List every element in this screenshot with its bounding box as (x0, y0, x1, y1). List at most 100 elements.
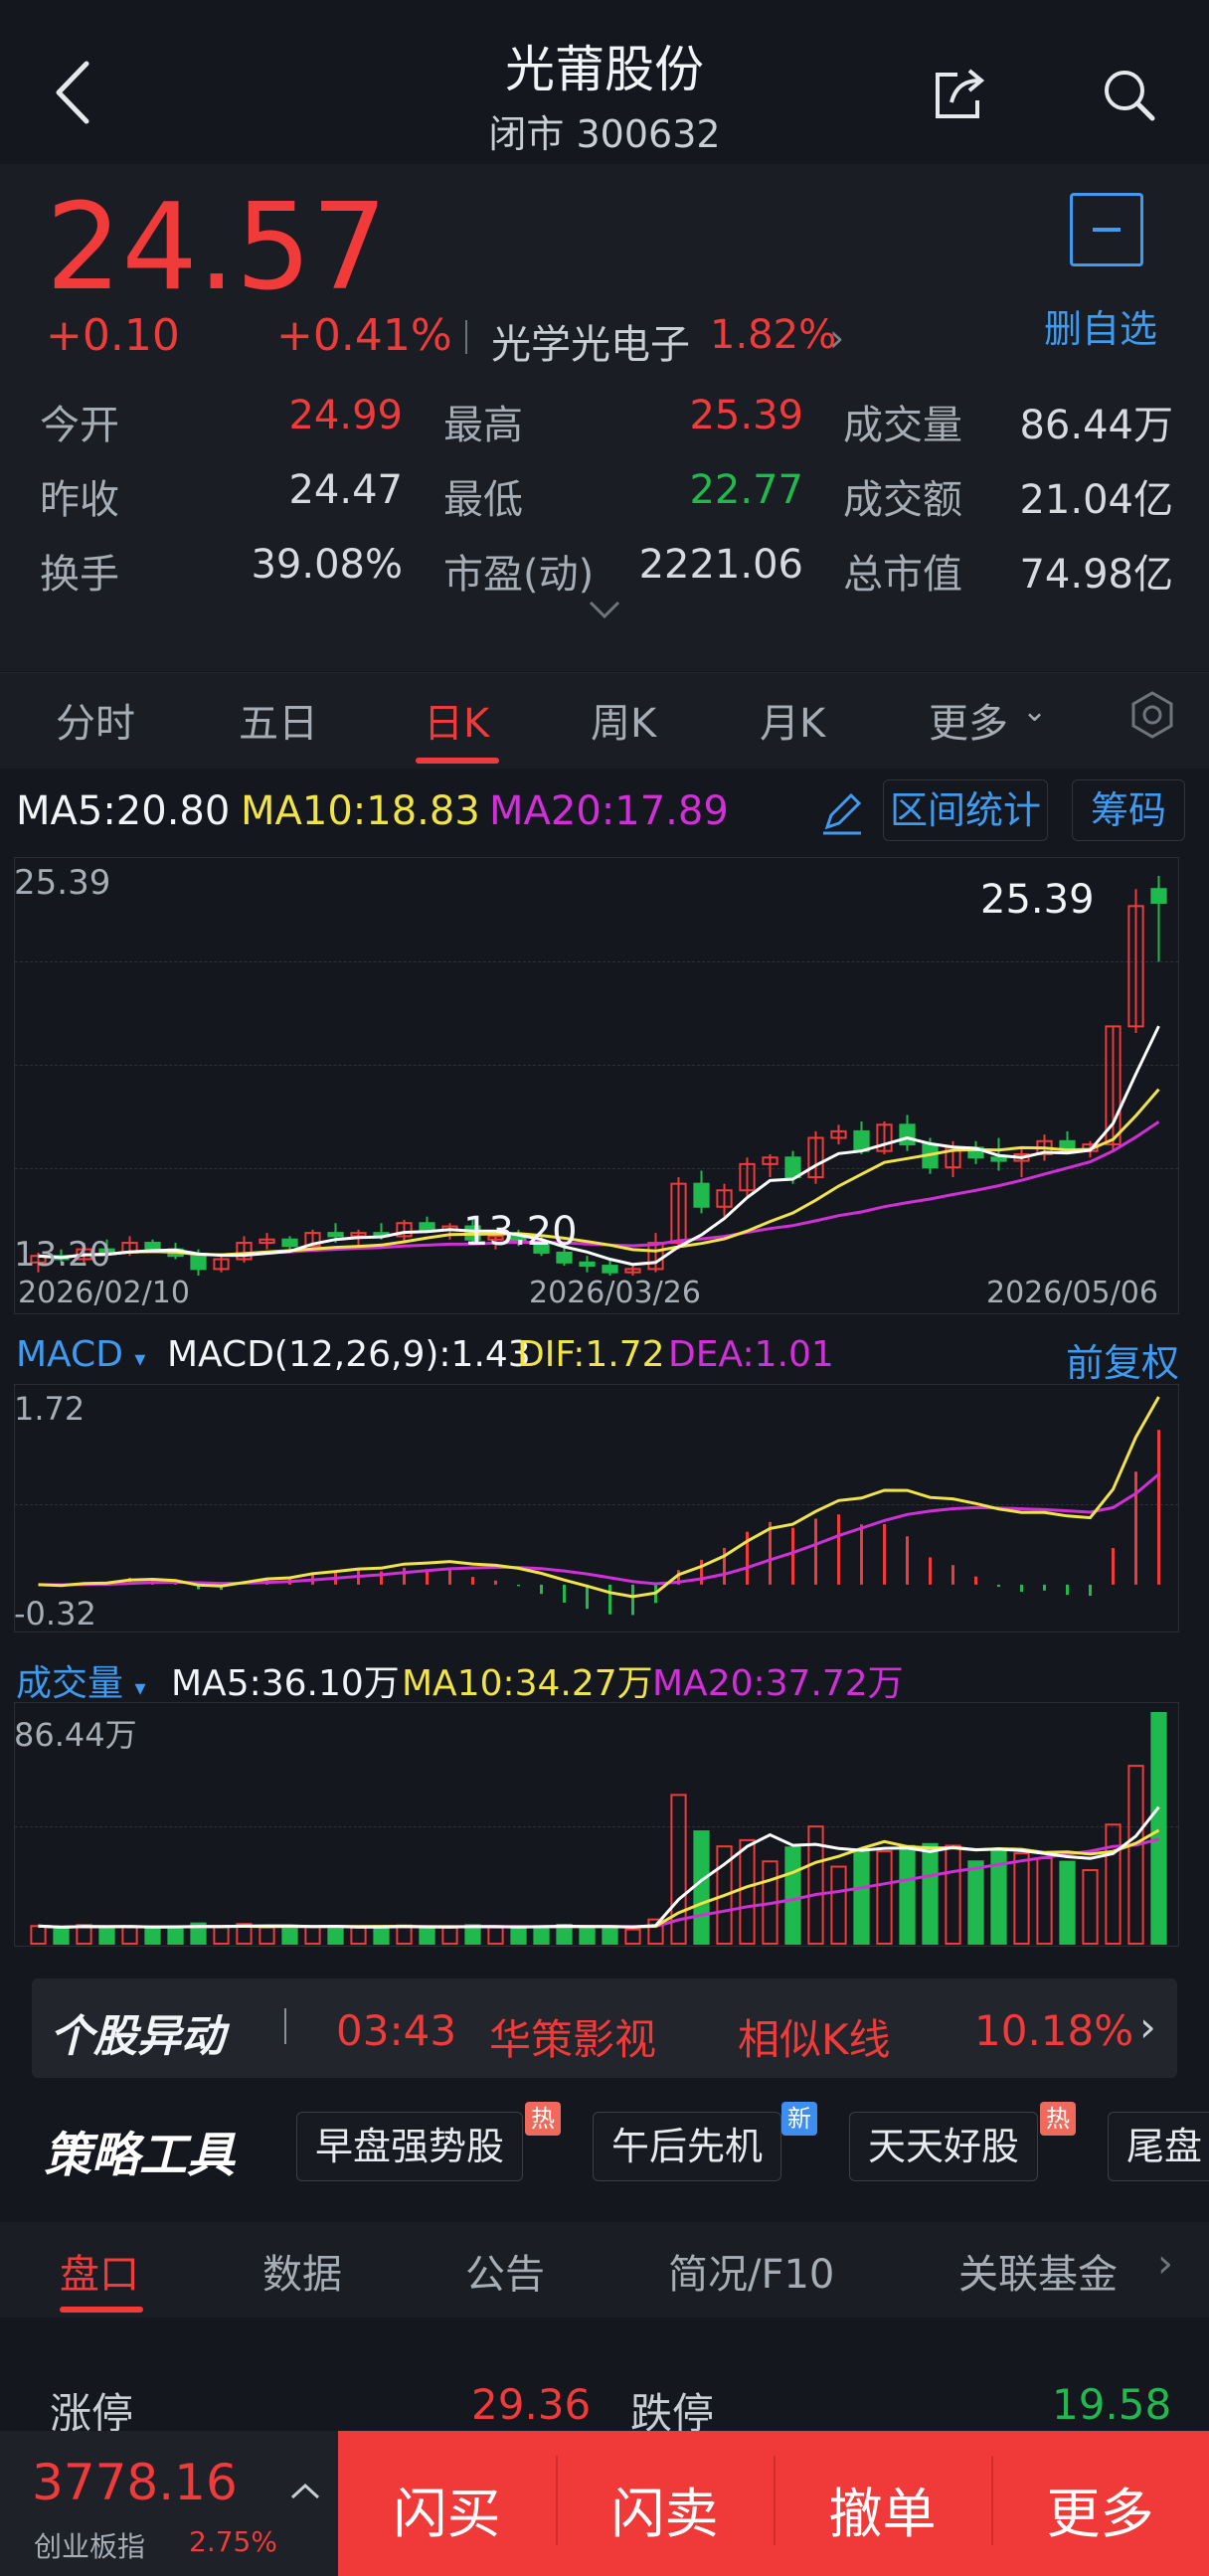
more-chevron-icon[interactable]: ⌄ (1022, 694, 1047, 729)
tab-daily-k[interactable]: 日K (424, 691, 489, 749)
tab-more[interactable]: 更多 (929, 691, 1008, 749)
triangle-down-icon[interactable]: ▾ (134, 1676, 145, 1701)
strategy-chip-morning[interactable]: 早盘强势股 (296, 2112, 524, 2181)
sector-pct[interactable]: 1.82% (710, 312, 836, 358)
market-status: 闭市 300632 (488, 112, 721, 156)
chevron-right-icon[interactable]: › (829, 316, 844, 360)
strategy-chip-close[interactable]: 尾盘 (1108, 2112, 1209, 2181)
stat-label: 最低 (443, 477, 523, 523)
stat-label: 成交额 (843, 477, 962, 523)
volume-bar (1127, 1765, 1144, 1946)
tab-orderbook[interactable]: 盘口 (60, 2242, 139, 2300)
divider (284, 2008, 286, 2044)
macd-dea: DEA:1.01 (668, 1334, 834, 1375)
sector-name[interactable]: 光学光电子 (491, 312, 690, 370)
tab-weekly-k[interactable]: 周K (591, 691, 656, 749)
strategy-chip-afternoon[interactable]: 午后先机 (593, 2112, 782, 2181)
volume-bar (121, 1925, 138, 1946)
kline-bottom-label: 13.20 (14, 1235, 111, 1275)
alert-stock[interactable]: 华策影视 (489, 2006, 656, 2067)
tab-data[interactable]: 数据 (262, 2242, 342, 2300)
chevron-up-icon[interactable] (288, 2482, 322, 2501)
volume-bar (693, 1830, 710, 1945)
limit-up-value: 29.36 (471, 2380, 592, 2429)
price-change-pct: +0.41% (276, 310, 452, 361)
kline-date-start: 2026/02/10 (18, 1276, 190, 1310)
volume-label[interactable]: 成交量 (16, 1663, 123, 1704)
stat-label: 今开 (40, 403, 119, 448)
chevron-right-icon[interactable]: › (1157, 2241, 1173, 2287)
dif-line (38, 1396, 1160, 1599)
macd-indicator-select[interactable]: MACD ▾ (16, 1334, 145, 1375)
tab-monthly-k[interactable]: 月K (760, 691, 825, 749)
ma10-value: MA10:18.83 (241, 788, 480, 834)
adjust-button[interactable]: 前复权 (1066, 1332, 1179, 1387)
tab-profile[interactable]: 简况/F10 (668, 2242, 834, 2300)
chevron-down-icon[interactable] (585, 597, 624, 622)
volume-bar (98, 1926, 115, 1945)
stat-value: 24.99 (288, 393, 403, 438)
pen-icon[interactable] (817, 787, 867, 837)
kline-min-marker: 13.20 (463, 1209, 578, 1255)
stat-value: 39.08% (251, 542, 403, 588)
stat-value: 25.39 (689, 393, 803, 438)
strategy-chip-label: 尾盘 (1126, 2125, 1203, 2168)
volume-svg (30, 1712, 1167, 1946)
tab-five-day[interactable]: 五日 (239, 691, 318, 749)
candle-body (1150, 888, 1167, 905)
volume-bar (784, 1846, 801, 1945)
candle-body (899, 1123, 916, 1146)
volume-bar (1013, 1852, 1030, 1945)
volume-bar (1150, 1712, 1167, 1945)
stat-value: 21.04亿 (1019, 477, 1173, 523)
search-icon[interactable] (1099, 65, 1158, 124)
alert-title: 个股异动 (50, 2000, 225, 2064)
index-value: 3778.16 (32, 2454, 238, 2511)
flash-buy-button[interactable]: 闪买 (338, 2470, 556, 2548)
remove-favorite-button[interactable]: 删自选 (1044, 298, 1157, 353)
candle-body (281, 1238, 298, 1248)
chevron-right-icon[interactable]: › (1139, 2002, 1156, 2051)
volume-bar (739, 1838, 756, 1945)
volume-chart[interactable] (14, 1702, 1179, 1947)
stat-label: 昨收 (40, 477, 119, 523)
range-stats-button[interactable]: 区间统计 (883, 779, 1048, 841)
candle-body (602, 1265, 618, 1274)
hot-badge: 热 (525, 2102, 561, 2136)
strategy-title: 策略工具 (44, 2128, 236, 2183)
tab-intraday[interactable]: 分时 (56, 691, 135, 749)
volume-bar (830, 1865, 847, 1946)
stat-value: 86.44万 (1019, 403, 1173, 448)
macd-svg (38, 1396, 1160, 1616)
volume-bar (327, 1925, 344, 1945)
alert-title-text: 个股异动 (50, 2011, 225, 2062)
more-button[interactable]: 更多 (991, 2470, 1209, 2548)
chip-distribution-button[interactable]: 筹码 (1072, 779, 1185, 841)
macd-label[interactable]: MACD (16, 1334, 123, 1375)
tab-related-funds[interactable]: 关联基金 (958, 2242, 1118, 2300)
volume-bar (53, 1927, 70, 1946)
volume-bar (167, 1926, 184, 1945)
kline-chart[interactable] (14, 857, 1179, 1314)
orderbook-area (0, 2318, 1209, 2431)
stat-value: 24.47 (288, 467, 403, 513)
volume-bar (441, 1926, 458, 1945)
volume-bar (1105, 1823, 1122, 1945)
flash-sell-button[interactable]: 闪卖 (556, 2470, 774, 2548)
dea-line (38, 1472, 1160, 1587)
tab-announcements[interactable]: 公告 (465, 2242, 545, 2300)
triangle-down-icon[interactable]: ▾ (134, 1347, 145, 1372)
macd-chart[interactable] (14, 1384, 1179, 1632)
cancel-order-button[interactable]: 撤单 (774, 2470, 991, 2548)
volume-bar (30, 1925, 47, 1945)
strategy-chip-daily[interactable]: 天天好股 (849, 2112, 1039, 2181)
volume-bar (853, 1848, 870, 1945)
settings-icon[interactable] (1127, 690, 1177, 740)
remove-favorite-icon[interactable] (1070, 193, 1143, 266)
stat-value: 2221.06 (638, 542, 803, 588)
strategy-chip-label: 早盘强势股 (315, 2125, 505, 2168)
share-icon[interactable] (930, 65, 989, 124)
kline-max-marker: 25.39 (980, 877, 1095, 923)
stat-label: 换手 (40, 552, 119, 598)
volume-indicator-select[interactable]: 成交量 ▾ (16, 1654, 146, 1706)
